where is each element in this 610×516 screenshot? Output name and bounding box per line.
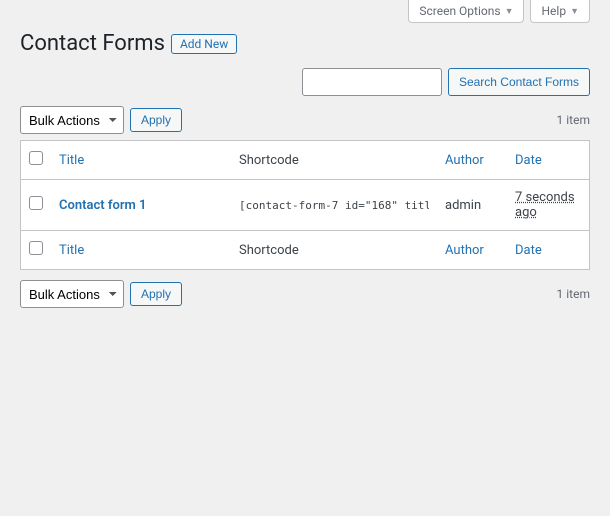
col-shortcode-footer: Shortcode bbox=[231, 231, 437, 270]
select-all-bottom[interactable] bbox=[29, 241, 43, 255]
select-all-top[interactable] bbox=[29, 151, 43, 165]
col-date-header[interactable]: Date bbox=[515, 153, 542, 168]
help-label: Help bbox=[541, 4, 566, 18]
bulk-actions-select-top[interactable]: Bulk Actions bbox=[20, 106, 124, 134]
add-new-button[interactable]: Add New bbox=[171, 34, 237, 54]
col-title-header[interactable]: Title bbox=[59, 153, 84, 168]
bulk-actions-select-bottom[interactable]: Bulk Actions bbox=[20, 280, 124, 308]
table-row: Contact form 1 admin 7 seconds ago bbox=[21, 180, 590, 231]
author-cell: admin bbox=[437, 180, 507, 231]
apply-button-top[interactable]: Apply bbox=[130, 108, 182, 132]
chevron-down-icon: ▼ bbox=[505, 6, 514, 17]
date-cell: 7 seconds ago bbox=[515, 190, 575, 220]
col-author-header[interactable]: Author bbox=[445, 153, 484, 168]
search-button[interactable]: Search Contact Forms bbox=[448, 68, 590, 96]
col-title-footer[interactable]: Title bbox=[59, 243, 84, 258]
forms-table: Title Shortcode Author Date Contact form… bbox=[20, 140, 590, 270]
item-count-bottom: 1 item bbox=[557, 287, 590, 301]
screen-options-label: Screen Options bbox=[419, 4, 500, 18]
help-tab[interactable]: Help ▼ bbox=[530, 0, 590, 23]
col-shortcode-header: Shortcode bbox=[231, 141, 437, 180]
apply-button-bottom[interactable]: Apply bbox=[130, 282, 182, 306]
search-input[interactable] bbox=[302, 68, 442, 96]
chevron-down-icon: ▼ bbox=[570, 6, 579, 17]
shortcode-field[interactable] bbox=[239, 199, 429, 212]
form-title-link[interactable]: Contact form 1 bbox=[59, 198, 146, 213]
col-date-footer[interactable]: Date bbox=[515, 243, 542, 258]
page-title: Contact Forms bbox=[20, 31, 165, 56]
col-author-footer[interactable]: Author bbox=[445, 243, 484, 258]
row-checkbox[interactable] bbox=[29, 196, 43, 210]
screen-options-tab[interactable]: Screen Options ▼ bbox=[408, 0, 524, 23]
item-count-top: 1 item bbox=[557, 113, 590, 127]
